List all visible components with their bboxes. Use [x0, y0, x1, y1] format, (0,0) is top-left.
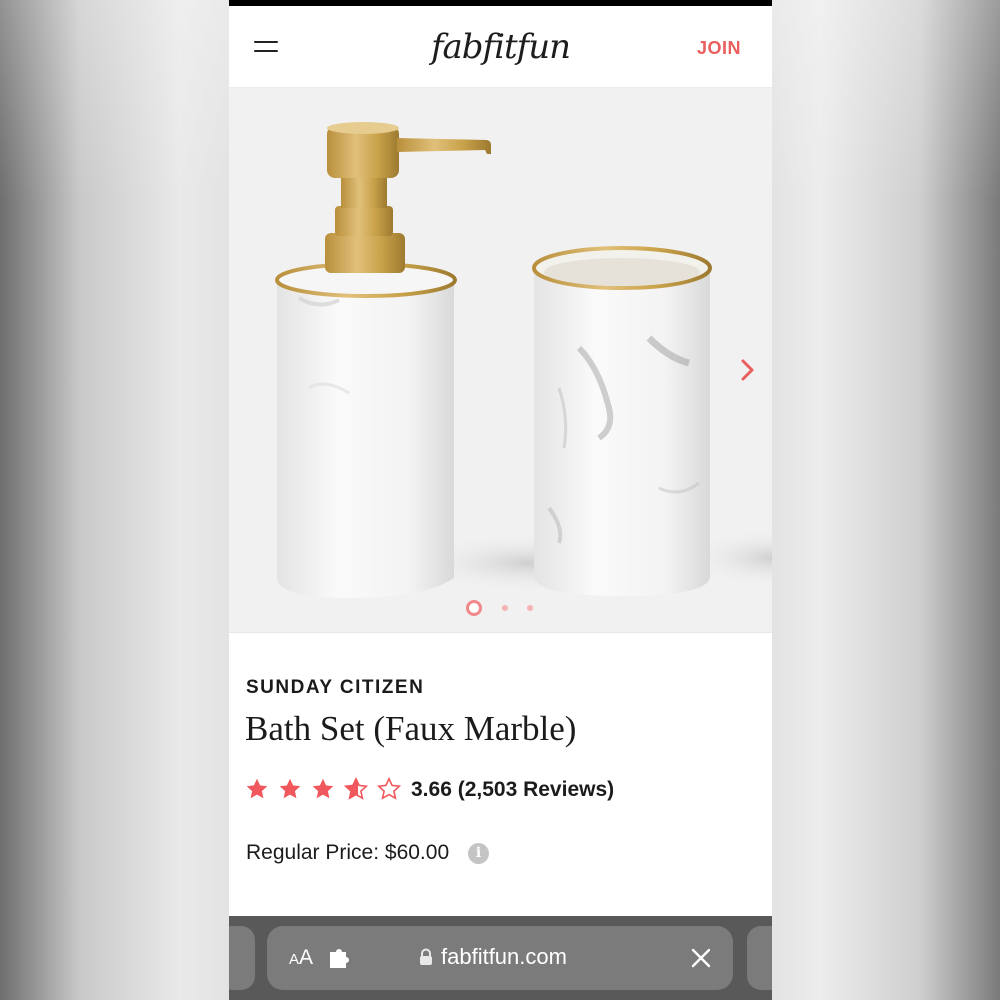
url-text: fabfitfun.com — [441, 944, 567, 969]
extension-icon[interactable] — [328, 948, 350, 968]
product-title: Bath Set (Faux Marble) — [245, 709, 577, 748]
carousel-dots — [466, 600, 546, 616]
carousel-dot-2[interactable] — [502, 605, 508, 611]
product-image — [275, 122, 772, 598]
carousel-dot-3[interactable] — [527, 605, 533, 611]
star-empty-icon — [377, 777, 401, 800]
close-button[interactable] — [689, 946, 713, 970]
next-image-button[interactable] — [735, 356, 759, 384]
product-brand[interactable]: SUNDAY CITIZEN — [246, 677, 424, 699]
star-icon — [279, 778, 301, 799]
text-size-button[interactable]: AA — [289, 946, 313, 970]
regular-price: Regular Price: $60.00 — [246, 841, 450, 864]
star-rating — [245, 775, 405, 803]
info-icon[interactable]: i — [468, 843, 489, 864]
previous-tab[interactable] — [229, 926, 255, 990]
star-icon — [246, 778, 268, 799]
url-field[interactable]: fabfitfun.com — [419, 944, 629, 972]
phone-screen: fabfitfun JOIN SUNDAY CITIZEN Bath Set (… — [229, 0, 772, 1000]
star-half-icon — [344, 777, 368, 800]
product-info: SUNDAY CITIZEN Bath Set (Faux Marble) 3.… — [229, 632, 772, 916]
carousel-dot-1[interactable] — [466, 600, 482, 616]
logo[interactable]: fabfitfun — [409, 24, 592, 70]
browser-toolbar: AA fabfitfun.com — [229, 916, 772, 1000]
rating-summary[interactable]: 3.66 (2,503 Reviews) — [411, 778, 614, 802]
rating-row[interactable]: 3.66 (2,503 Reviews) — [245, 775, 665, 803]
menu-button[interactable] — [251, 36, 281, 58]
next-tab[interactable] — [747, 926, 772, 990]
address-bar[interactable]: AA fabfitfun.com — [267, 926, 733, 990]
chevron-right-icon — [741, 359, 754, 381]
site-header: fabfitfun JOIN — [229, 6, 772, 88]
join-button[interactable]: JOIN — [697, 36, 757, 60]
star-icon — [312, 778, 334, 799]
product-gallery[interactable] — [229, 88, 772, 632]
close-icon — [691, 948, 711, 968]
price-row: Regular Price: $60.00 i — [246, 841, 546, 871]
lock-icon — [420, 948, 432, 965]
